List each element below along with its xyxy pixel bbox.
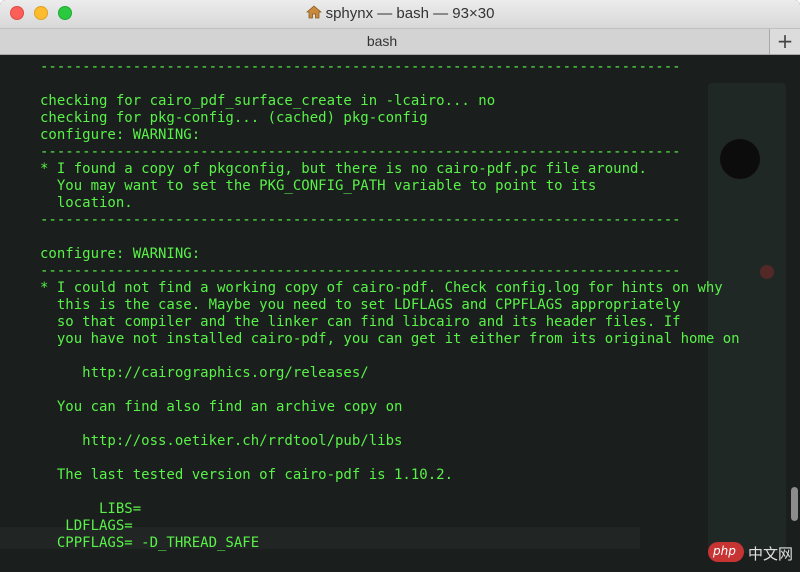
terminal-line: http://cairographics.org/releases/ — [40, 365, 369, 381]
terminal-line: * I could not find a working copy of cai… — [40, 280, 723, 296]
terminal-line: LDFLAGS= — [40, 518, 133, 534]
terminal-line: configure: WARNING: — [40, 246, 201, 262]
terminal-line: this is the case. Maybe you need to set … — [40, 297, 681, 313]
watermark-logo: php — [708, 542, 744, 562]
terminal-line: You may want to set the PKG_CONFIG_PATH … — [40, 178, 597, 194]
terminal-line: You can find also find an archive copy o… — [40, 399, 403, 415]
terminal-line: so that compiler and the linker can find… — [40, 314, 681, 330]
window-title-text: sphynx — bash — 93×30 — [325, 5, 495, 22]
terminal-line: checking for pkg-config... (cached) pkg-… — [40, 110, 428, 126]
terminal-line: checking for cairo_pdf_surface_create in… — [40, 93, 496, 109]
tab-bar: bash + — [0, 29, 800, 55]
terminal-line: LIBS= — [40, 501, 142, 517]
terminal-line: The last tested version of cairo-pdf is … — [40, 467, 454, 483]
title-bar[interactable]: sphynx — bash — 93×30 — [0, 0, 800, 29]
terminal-line: ----------------------------------------… — [40, 144, 681, 160]
terminal-line: you have not installed cairo-pdf, you ca… — [40, 331, 740, 347]
window-title: sphynx — bash — 93×30 — [0, 5, 800, 22]
terminal-line: location. — [40, 195, 133, 211]
terminal-line: ----------------------------------------… — [40, 263, 681, 279]
tab-bash[interactable]: bash — [0, 33, 764, 49]
terminal-window: sphynx — bash — 93×30 bash + -----------… — [0, 0, 800, 572]
terminal-line: CPPFLAGS= -D_THREAD_SAFE — [40, 535, 260, 551]
watermark-site-text: 中文网 — [748, 545, 794, 563]
terminal-output: ----------------------------------------… — [40, 59, 740, 552]
home-icon — [305, 5, 322, 19]
new-tab-button[interactable]: + — [769, 29, 800, 54]
terminal-line: ----------------------------------------… — [40, 59, 681, 75]
terminal-content[interactable]: ----------------------------------------… — [0, 55, 800, 572]
terminal-line: configure: WARNING: — [40, 127, 201, 143]
terminal-line: http://oss.oetiker.ch/rrdtool/pub/libs — [40, 433, 403, 449]
watermark: php 中文网 — [708, 538, 794, 566]
terminal-line: ----------------------------------------… — [40, 212, 681, 228]
scrollbar-thumb[interactable] — [791, 487, 798, 521]
terminal-line: * I found a copy of pkgconfig, but there… — [40, 161, 647, 177]
background-badge — [760, 265, 774, 279]
watermark-logo-text: php — [713, 544, 736, 558]
